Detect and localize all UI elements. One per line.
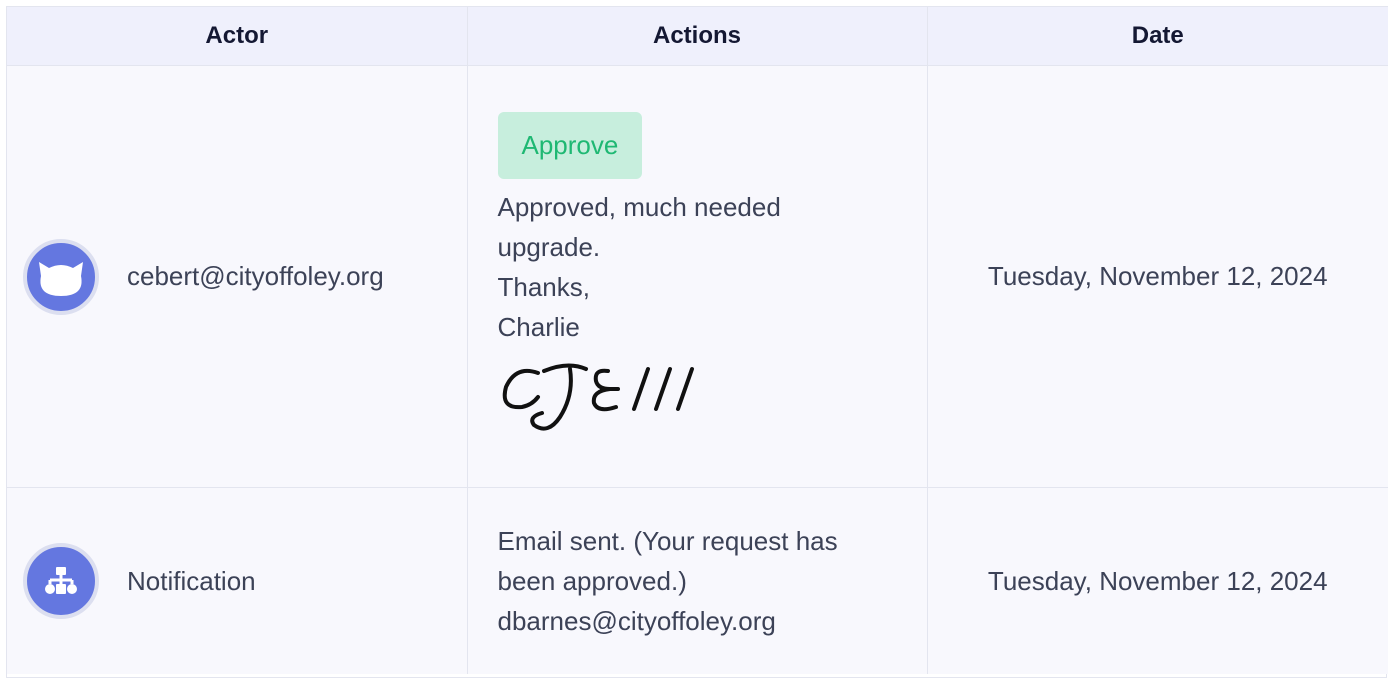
history-table-container: Actor Actions Date cebert@cityoffoley.or… [6,6,1388,678]
approve-status-badge: Approve [497,112,643,179]
comment-line: Approved, much needed [497,192,781,222]
actor-email: cebert@cityoffoley.org [127,261,384,291]
sitemap-icon [23,543,99,619]
signature-image [498,351,907,441]
table-header-row: Actor Actions Date [7,6,1388,66]
actor-name: Notification [127,565,256,596]
comment-line: Thanks, [497,272,591,302]
actor-cell: Notification [7,487,467,674]
table-row: Notification Email sent. (Your request h… [7,487,1388,674]
table-row: cebert@cityoffoley.org Approve Approved,… [7,65,1388,488]
column-header-actions[interactable]: Actions [466,6,927,66]
column-header-actor[interactable]: Actor [7,6,467,66]
comment-line: dbarnes@cityoffoley.org [497,606,776,636]
comment-line: Email sent. (Your request has [497,526,838,556]
actions-cell: Email sent. (Your request has been appro… [466,487,927,674]
actions-cell: Approve Approved, much needed upgrade. T… [466,65,927,488]
comment-line: Charlie [497,312,580,342]
column-header-date[interactable]: Date [926,6,1388,66]
cat-avatar-icon [23,238,99,315]
actor-cell: cebert@cityoffoley.org [7,65,467,488]
history-table: Actor Actions Date cebert@cityoffoley.or… [7,6,1388,674]
date-cell: Tuesday, November 12, 2024 [926,65,1388,488]
comment-line: been approved.) [497,566,687,596]
comment-line: upgrade. [497,232,601,262]
date-cell: Tuesday, November 12, 2024 [926,487,1388,674]
